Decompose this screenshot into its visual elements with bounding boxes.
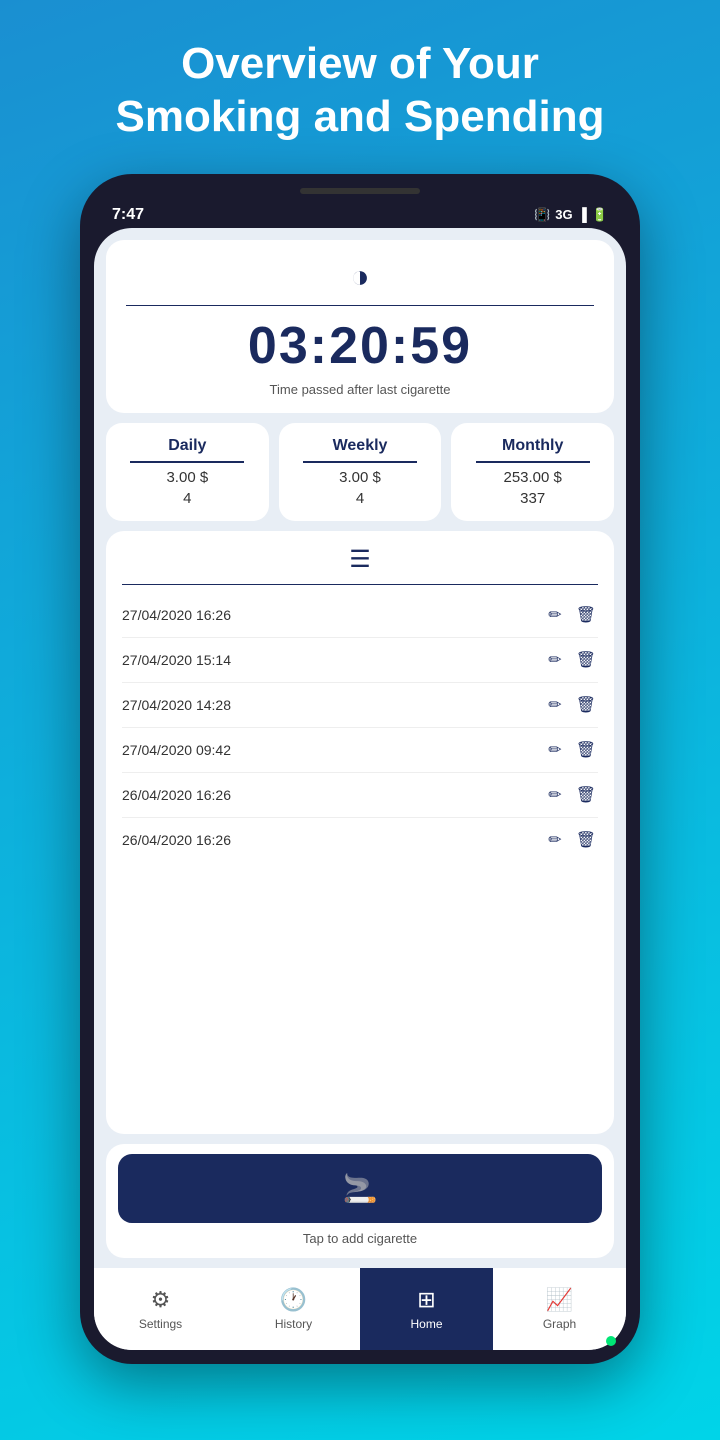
battery-icon: 🔋: [592, 207, 608, 223]
log-date-1: 27/04/2020 15:14: [122, 652, 231, 668]
log-date-3: 27/04/2020 09:42: [122, 742, 231, 758]
clock-icon: ◑: [350, 258, 369, 295]
status-time: 7:47: [112, 206, 144, 224]
nav-history[interactable]: 🕐 History: [227, 1268, 360, 1350]
monthly-amount: 253.00 $: [503, 469, 561, 486]
monthly-title: Monthly: [502, 437, 563, 455]
signal-label: 3G: [555, 207, 572, 222]
stats-row: Daily 3.00 $ 4 Weekly 3.00 $ 4 Monthly 2…: [106, 423, 614, 521]
log-actions-5: ✏ 🗑: [546, 828, 598, 852]
log-date-0: 27/04/2020 16:26: [122, 607, 231, 623]
weekly-title: Weekly: [333, 437, 388, 455]
home-icon: ⊞: [417, 1287, 435, 1313]
weekly-count: 4: [356, 490, 364, 507]
delete-button-2[interactable]: 🗑: [574, 693, 598, 717]
headline-line2: Smoking and Spending: [116, 92, 605, 141]
edit-button-4[interactable]: ✏: [546, 783, 563, 807]
log-actions-3: ✏ 🗑: [546, 738, 598, 762]
history-icon: 🕐: [280, 1287, 307, 1313]
nav-home[interactable]: ⊞ Home: [360, 1268, 493, 1350]
log-item: 27/04/2020 16:26 ✏ 🗑: [122, 593, 598, 638]
weekly-divider: [303, 461, 417, 463]
stat-monthly: Monthly 253.00 $ 337: [451, 423, 614, 521]
status-bar: 7:47 📳 3G ▐ 🔋: [94, 202, 626, 228]
screen-content: ◑ 03:20:59 Time passed after last cigare…: [94, 228, 626, 1268]
list-icon: ☰: [349, 545, 371, 574]
stat-weekly: Weekly 3.00 $ 4: [279, 423, 442, 521]
headline-line1: Overview of Your: [181, 39, 539, 88]
add-cigarette-button[interactable]: 🚬: [118, 1154, 602, 1223]
phone-screen: ◑ 03:20:59 Time passed after last cigare…: [94, 228, 626, 1350]
delete-button-0[interactable]: 🗑: [574, 603, 598, 627]
headline: Overview of Your Smoking and Spending: [56, 0, 665, 174]
timer-card: ◑ 03:20:59 Time passed after last cigare…: [106, 240, 614, 414]
vibrate-icon: 📳: [534, 207, 550, 223]
nav-settings[interactable]: ⚙ Settings: [94, 1268, 227, 1350]
log-divider: [122, 584, 598, 586]
weekly-amount: 3.00 $: [339, 469, 381, 486]
log-actions-4: ✏ 🗑: [546, 783, 598, 807]
log-date-2: 27/04/2020 14:28: [122, 697, 231, 713]
graph-label: Graph: [543, 1317, 576, 1331]
log-date-4: 26/04/2020 16:26: [122, 787, 231, 803]
timer-value: 03:20:59: [248, 316, 472, 376]
daily-amount: 3.00 $: [166, 469, 208, 486]
daily-title: Daily: [168, 437, 206, 455]
history-label: History: [275, 1317, 312, 1331]
phone-notch: [300, 188, 420, 194]
delete-button-4[interactable]: 🗑: [574, 783, 598, 807]
log-actions-0: ✏ 🗑: [546, 603, 598, 627]
delete-button-1[interactable]: 🗑: [574, 648, 598, 672]
edit-button-0[interactable]: ✏: [546, 603, 563, 627]
signal-icon: ▐: [578, 207, 587, 222]
monthly-divider: [476, 461, 590, 463]
bottom-nav: ⚙ Settings 🕐 History ⊞ Home 📈 Graph: [94, 1268, 626, 1350]
delete-button-5[interactable]: 🗑: [574, 828, 598, 852]
log-item: 27/04/2020 14:28 ✏ 🗑: [122, 683, 598, 728]
edit-button-1[interactable]: ✏: [546, 648, 563, 672]
log-item: 26/04/2020 16:26 ✏ 🗑: [122, 773, 598, 818]
edit-button-5[interactable]: ✏: [546, 828, 563, 852]
log-actions-1: ✏ 🗑: [546, 648, 598, 672]
status-icons: 📳 3G ▐ 🔋: [534, 207, 608, 223]
log-item: 27/04/2020 09:42 ✏ 🗑: [122, 728, 598, 773]
graph-icon: 📈: [546, 1287, 573, 1313]
cigarette-icon: 🚬: [343, 1172, 378, 1205]
add-label: Tap to add cigarette: [118, 1231, 602, 1246]
log-header: ☰: [122, 545, 598, 574]
settings-label: Settings: [139, 1317, 182, 1331]
daily-divider: [130, 461, 244, 463]
log-card: ☰ 27/04/2020 16:26 ✏ 🗑 27/04/2020 15:14 …: [106, 531, 614, 1134]
status-dot: [606, 1336, 616, 1346]
log-item: 27/04/2020 15:14 ✏ 🗑: [122, 638, 598, 683]
log-item: 26/04/2020 16:26 ✏ 🗑: [122, 818, 598, 862]
stat-daily: Daily 3.00 $ 4: [106, 423, 269, 521]
home-label: Home: [410, 1317, 442, 1331]
edit-button-3[interactable]: ✏: [546, 738, 563, 762]
phone-frame: 7:47 📳 3G ▐ 🔋 ◑ 03:20:59 Time passed aft…: [80, 174, 640, 1364]
log-actions-2: ✏ 🗑: [546, 693, 598, 717]
daily-count: 4: [183, 490, 191, 507]
delete-button-3[interactable]: 🗑: [574, 738, 598, 762]
timer-divider: [126, 305, 594, 307]
log-date-5: 26/04/2020 16:26: [122, 832, 231, 848]
add-cigarette-wrapper: 🚬 Tap to add cigarette: [106, 1144, 614, 1258]
timer-label: Time passed after last cigarette: [270, 382, 451, 397]
settings-icon: ⚙: [151, 1287, 171, 1313]
edit-button-2[interactable]: ✏: [546, 693, 563, 717]
monthly-count: 337: [520, 490, 545, 507]
